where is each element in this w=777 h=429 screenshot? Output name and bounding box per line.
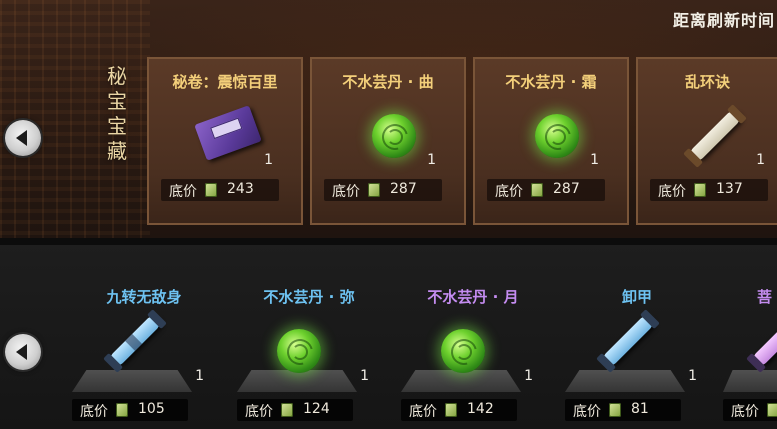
jade-coin-icon	[281, 403, 293, 417]
left-arrow-icon	[16, 130, 27, 146]
left-arrow-icon	[16, 344, 27, 360]
price-bar: 底价 81	[565, 399, 681, 421]
treasure-item-card[interactable]: 秘卷：震惊百里 1 底价 243	[147, 57, 303, 225]
price-bar: 底价 287	[324, 179, 442, 201]
price-label: 底价	[573, 404, 601, 420]
jade-coin-icon	[445, 403, 457, 417]
prev-arrow-button[interactable]	[5, 120, 41, 156]
price-label: 底价	[658, 184, 686, 200]
price-bar: 底价 124	[237, 399, 353, 421]
green-pill-icon	[441, 329, 485, 373]
price-label: 底价	[169, 184, 197, 200]
jade-coin-icon	[609, 403, 621, 417]
item-quantity: 1	[427, 152, 436, 168]
pink-scroll-icon	[746, 314, 777, 373]
green-pill-icon	[277, 329, 321, 373]
market-item[interactable]: 九转无敌身 1 底价 105	[64, 280, 224, 429]
price-value: 124	[303, 401, 330, 417]
item-name: 菩	[757, 288, 773, 306]
item-quantity: 1	[195, 368, 204, 384]
price-label: 底价	[245, 404, 273, 420]
refresh-timer-label: 距离刷新时间	[672, 11, 775, 30]
price-value: 137	[716, 181, 743, 197]
jade-coin-icon	[767, 403, 777, 417]
item-name: 乱环诀	[684, 73, 730, 91]
price-label: 底价	[495, 184, 523, 200]
treasure-item-card[interactable]: 不水芸丹 · 曲 1 底价 287	[310, 57, 466, 225]
item-name: 不水芸丹 · 弥	[263, 288, 355, 306]
item-quantity: 1	[524, 368, 533, 384]
prev-arrow-button[interactable]	[5, 334, 41, 370]
jade-coin-icon	[116, 403, 128, 417]
price-bar: 底价 243	[161, 179, 279, 201]
market-item[interactable]: 不水芸丹 · 弥 1 底价 124	[229, 280, 389, 429]
blue-scroll-icon	[596, 309, 660, 373]
item-quantity: 1	[590, 152, 599, 168]
item-name: 不水芸丹 · 曲	[342, 73, 434, 91]
price-label: 底价	[80, 404, 108, 420]
jade-coin-icon	[368, 183, 380, 197]
paper-scroll-icon	[683, 104, 747, 168]
price-bar: 底价 105	[72, 399, 188, 421]
treasure-item-card[interactable]: 不水芸丹 · 霜 1 底价 287	[473, 57, 629, 225]
purple-scroll-book-icon	[194, 105, 262, 161]
item-name: 九转无敌身	[106, 288, 182, 306]
item-quantity: 1	[756, 152, 765, 168]
price-value: 287	[553, 181, 580, 197]
item-name: 卸甲	[621, 288, 652, 306]
treasure-item-card[interactable]: 乱环诀 1 底价 137	[636, 57, 777, 225]
item-quantity: 1	[264, 152, 273, 168]
price-value: 243	[227, 181, 254, 197]
price-value: 287	[390, 181, 417, 197]
market-item[interactable]: 不水芸丹 · 月 1 底价 142	[393, 280, 553, 429]
price-label: 底价	[332, 184, 360, 200]
green-pill-icon	[535, 114, 579, 158]
treasure-title: 秘宝宝藏	[107, 64, 127, 163]
blue-scroll-icon	[103, 309, 167, 373]
green-pill-icon	[372, 114, 416, 158]
price-bar: 底价	[723, 399, 777, 421]
market-item[interactable]: 菩 底价	[721, 280, 777, 429]
market-item[interactable]: 卸甲 1 底价 81	[557, 280, 717, 429]
item-name: 不水芸丹 · 月	[427, 288, 519, 306]
jade-coin-icon	[531, 183, 543, 197]
item-name: 不水芸丹 · 霜	[505, 73, 597, 91]
price-bar: 底价 137	[650, 179, 768, 201]
jade-coin-icon	[694, 183, 706, 197]
item-name: 秘卷：震惊百里	[172, 73, 278, 91]
price-label: 底价	[409, 404, 437, 420]
price-value: 105	[138, 401, 165, 417]
price-bar: 底价 142	[401, 399, 517, 421]
item-quantity: 1	[688, 368, 697, 384]
price-bar: 底价 287	[487, 179, 605, 201]
price-label: 底价	[731, 404, 759, 420]
price-value: 142	[467, 401, 494, 417]
jade-coin-icon	[205, 183, 217, 197]
price-value: 81	[631, 401, 649, 417]
item-quantity: 1	[360, 368, 369, 384]
